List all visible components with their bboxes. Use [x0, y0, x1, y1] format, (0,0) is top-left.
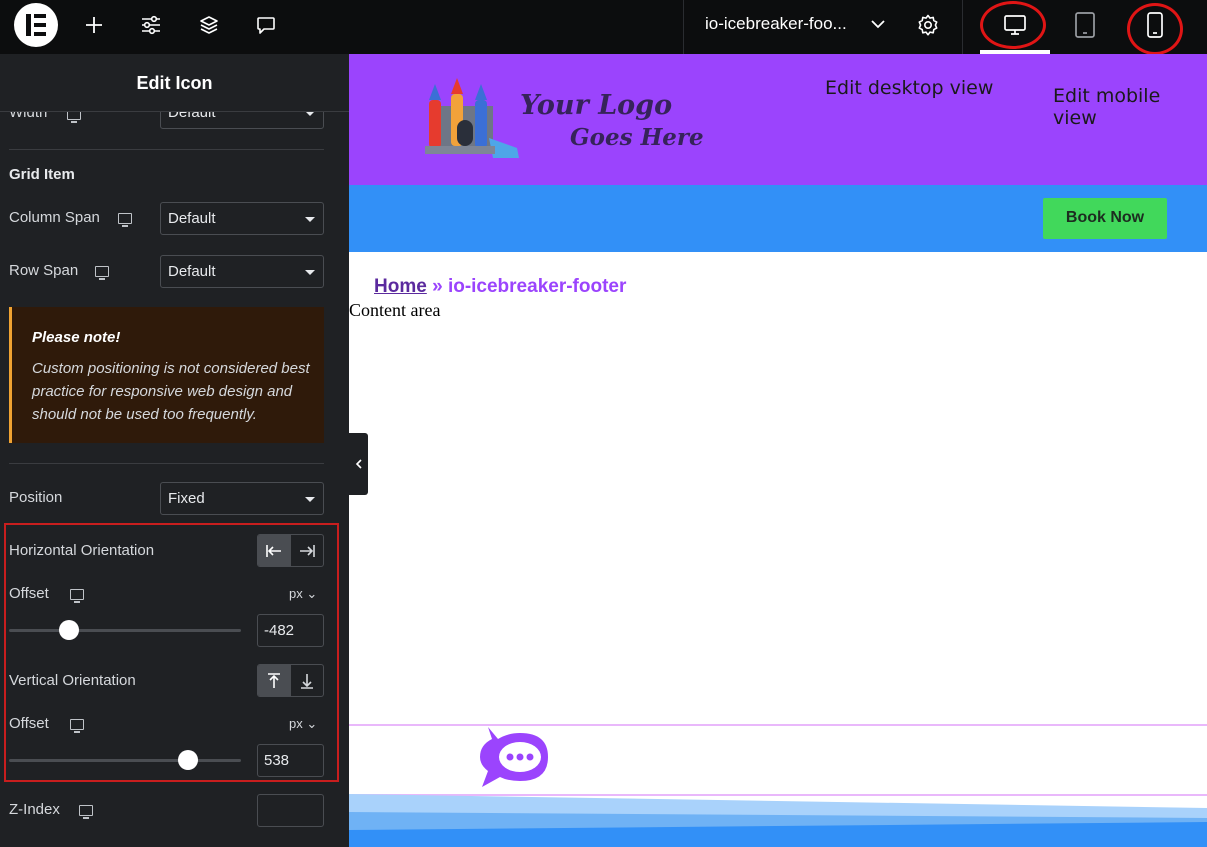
v-offset-slider-handle[interactable] [177, 750, 198, 770]
breadcrumb-home-link[interactable]: Home [374, 276, 427, 297]
h-offset-slider[interactable] [9, 629, 241, 632]
panel-header: Edit Icon [0, 54, 349, 112]
v-offset-label: Offset [9, 715, 49, 732]
divider [9, 149, 324, 150]
positioning-note: Please note! Custom positioning is not c… [9, 307, 324, 443]
column-span-label: Column Span [9, 209, 100, 226]
row-span-value: Default [168, 263, 216, 280]
v-offset-unit-select[interactable]: px ⌄ [289, 716, 317, 732]
horizontal-orientation-label: Horizontal Orientation [9, 542, 155, 559]
horizontal-orientation-toggle [257, 534, 324, 567]
align-left-icon[interactable] [258, 535, 291, 566]
row-span-select[interactable]: Default [160, 255, 324, 288]
column-span-select[interactable]: Default [160, 202, 324, 235]
elementor-editor: io-icebreaker-foo... Edit Icon Width Def… [0, 0, 1207, 847]
gear-icon[interactable] [916, 12, 940, 43]
document-title[interactable]: io-icebreaker-foo... [705, 14, 847, 34]
desktop-annotation-circle [980, 1, 1046, 49]
top-bar: io-icebreaker-foo... [0, 0, 1207, 55]
vertical-orientation-label: Vertical Orientation [9, 672, 136, 689]
logo-line-2: Goes Here [570, 124, 704, 151]
responsive-monitor-icon[interactable] [70, 589, 84, 603]
document-switcher[interactable]: io-icebreaker-foo... [683, 0, 963, 54]
preview-canvas: Your Logo Goes Here Edit desktop view Ed… [349, 54, 1207, 847]
header-section[interactable]: Your Logo Goes Here Edit desktop view Ed… [349, 54, 1207, 185]
content-area[interactable]: Content area [349, 300, 440, 321]
collapse-panel-button[interactable] [349, 433, 368, 495]
nav-band: Book Now [349, 185, 1207, 252]
bounce-house-logo-icon [425, 78, 519, 158]
responsive-monitor-icon[interactable] [79, 805, 93, 819]
panel-title: Edit Icon [136, 73, 213, 93]
z-index-input[interactable] [257, 794, 324, 827]
layers-icon[interactable] [196, 12, 222, 38]
responsive-monitor-icon[interactable] [70, 719, 84, 733]
footer-wave [349, 794, 1207, 847]
h-offset-input[interactable]: -482 [257, 614, 324, 647]
logo-line-1: Your Logo [520, 90, 673, 121]
elementor-logo-icon[interactable] [14, 3, 58, 47]
book-now-button[interactable]: Book Now [1043, 198, 1167, 239]
position-select[interactable]: Fixed [160, 482, 324, 515]
grid-item-heading: Grid Item [9, 166, 75, 183]
mobile-annotation-circle [1127, 3, 1183, 55]
align-top-icon[interactable] [258, 665, 291, 696]
annotation-desktop: Edit desktop view [825, 77, 994, 99]
note-title: Please note! [32, 329, 121, 346]
breadcrumb-separator: » [432, 276, 443, 297]
v-offset-slider[interactable] [9, 759, 241, 762]
annotation-mobile: Edit mobile view [1053, 85, 1161, 129]
row-span-label: Row Span [9, 262, 79, 279]
note-body: Custom positioning is not considered bes… [32, 360, 310, 423]
edit-panel: Edit Icon Width Default Grid Item Column… [0, 54, 349, 847]
chevron-left-icon [355, 459, 362, 469]
sliders-icon[interactable] [138, 12, 164, 38]
h-offset-unit-select[interactable]: px ⌄ [289, 586, 317, 602]
chat-bubble-icon[interactable] [478, 725, 552, 791]
comment-icon[interactable] [253, 12, 279, 38]
responsive-monitor-icon[interactable] [95, 266, 109, 280]
v-offset-input[interactable]: 538 [257, 744, 324, 777]
breadcrumb: Home » io-icebreaker-footer [374, 276, 626, 298]
position-value: Fixed [168, 490, 205, 507]
position-label: Position [9, 489, 63, 506]
plus-icon[interactable] [81, 12, 107, 38]
align-right-icon[interactable] [291, 535, 324, 566]
column-span-value: Default [168, 210, 216, 227]
divider [9, 463, 324, 464]
z-index-label: Z-Index [9, 801, 60, 818]
h-offset-label: Offset [9, 585, 49, 602]
chevron-down-icon[interactable] [870, 14, 886, 39]
align-bottom-icon[interactable] [291, 665, 324, 696]
vertical-orientation-toggle [257, 664, 324, 697]
breadcrumb-current: io-icebreaker-footer [447, 276, 627, 297]
responsive-monitor-icon[interactable] [118, 213, 132, 227]
tablet-icon[interactable] [1068, 9, 1102, 41]
